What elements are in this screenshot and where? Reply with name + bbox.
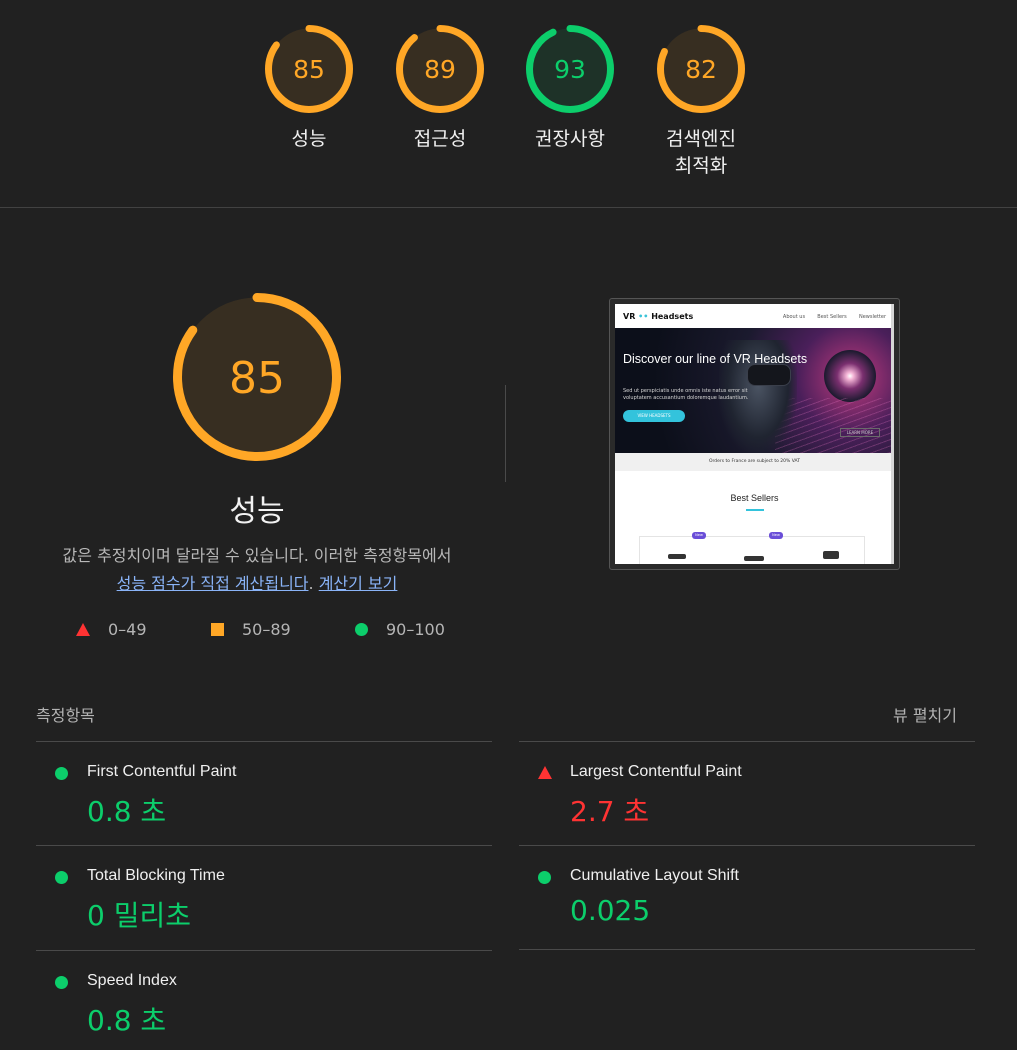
pass-circle-icon [55, 976, 68, 989]
legend-average: 50–89 [211, 620, 291, 639]
gauge-score: 85 [229, 353, 285, 404]
legend-fail: 0–49 [76, 620, 147, 639]
legend-pass: 90–100 [355, 620, 445, 639]
metric-largest-contentful-paint[interactable]: Largest Contentful Paint 2.7 초 [519, 741, 975, 846]
metric-title: Largest Contentful Paint [570, 763, 742, 780]
pass-circle-icon [538, 871, 551, 884]
screenshot-scrollbar [891, 304, 894, 564]
screenshot-logo: VR •• Headsets [623, 312, 693, 321]
best-sellers-heading: Best Sellers [730, 493, 779, 503]
metric-value: 2.7 초 [570, 795, 650, 828]
performance-gauge: 85 [265, 25, 353, 113]
score-legend: 0–49 50–89 90–100 [0, 620, 520, 642]
metric-value: 0.8 초 [87, 795, 167, 828]
best-practices-gauge: 93 [526, 25, 614, 113]
triangle-icon [76, 623, 90, 636]
screenshot-links: About us Best Sellers Newsletter [773, 312, 886, 320]
expand-view-toggle[interactable]: 뷰 펼치기 [893, 702, 957, 726]
hero-tag: LEARN MORE [840, 428, 880, 437]
accessibility-gauge: 89 [396, 25, 484, 113]
logo-dots: •• [638, 311, 649, 321]
category-best-practices[interactable]: 93 권장사항 [505, 24, 635, 153]
category-label: 접근성 [413, 128, 467, 150]
metric-cumulative-layout-shift[interactable]: Cumulative Layout Shift 0.025 [519, 845, 975, 950]
logo-text: Headsets [651, 311, 694, 321]
score-calculation-link[interactable]: 성능 점수가 직접 계산됩니다 [117, 574, 309, 593]
hero-title: Discover our line of VR Headsets [623, 352, 808, 366]
gauge-score: 93 [554, 55, 586, 84]
screenshot-page: VR •• Headsets About us Best Sellers New… [615, 304, 894, 564]
gauge-score: 89 [424, 55, 456, 84]
category-seo[interactable]: 82 검색엔진 최적화 [636, 24, 766, 180]
legend-average-label: 50–89 [242, 620, 291, 639]
metric-total-blocking-time[interactable]: Total Blocking Time 0 밀리초 [36, 845, 492, 950]
heading-underline [745, 509, 764, 511]
new-badge: New [692, 532, 706, 539]
logo-vr: VR [623, 311, 636, 321]
product-cards: New New [639, 532, 865, 564]
screenshot-hero: Discover our line of VR Headsets Sed ut … [615, 328, 894, 453]
category-accessibility[interactable]: 89 접근성 [375, 24, 505, 153]
metrics-header: 측정항목 뷰 펼치기 [36, 702, 975, 726]
metric-title: First Contentful Paint [87, 763, 237, 780]
metric-speed-index[interactable]: Speed Index 0.8 초 [36, 950, 492, 1050]
performance-description: 값은 추정치이며 달라질 수 있습니다. 이러한 측정항목에서 성능 점수가 직… [30, 542, 484, 598]
product-image [668, 554, 686, 559]
seo-gauge: 82 [657, 25, 745, 113]
metric-value: 0.8 초 [87, 1004, 167, 1037]
vr-headset-graphic [747, 364, 791, 386]
new-badge: New [769, 532, 783, 539]
metric-divider [519, 949, 975, 950]
performance-title: 성능 [229, 494, 285, 529]
planet-graphic [824, 350, 876, 402]
metric-title: Total Blocking Time [87, 867, 225, 884]
product-image [823, 551, 839, 559]
view-calculator-link[interactable]: 계산기 보기 [319, 574, 398, 593]
product-image [744, 556, 764, 561]
vertical-divider [505, 385, 506, 482]
nav-link: Newsletter [858, 314, 886, 320]
metric-value: 0 밀리초 [87, 899, 191, 932]
nav-link: About us [782, 314, 806, 320]
category-performance[interactable]: 85 성능 [244, 24, 374, 153]
gauge-score: 85 [293, 55, 325, 84]
description-period: . [308, 574, 314, 593]
square-icon [211, 623, 224, 636]
fail-triangle-icon [538, 766, 552, 779]
metrics-title: 측정항목 [36, 706, 95, 725]
category-scores-bar: 85 성능 89 접근성 93 권장사항 82 검색엔진 최적화 [0, 0, 1017, 208]
nav-link: Best Sellers [817, 314, 847, 320]
metric-title: Cumulative Layout Shift [570, 867, 739, 884]
performance-score-gauge: 85 [173, 293, 341, 461]
pass-circle-icon [55, 871, 68, 884]
screenshot-nav: VR •• Headsets About us Best Sellers New… [615, 304, 894, 328]
pass-circle-icon [55, 767, 68, 780]
gauge-score: 82 [685, 55, 717, 84]
category-label: 성능 [291, 128, 327, 150]
hero-button: VIEW HEADSETS [623, 410, 685, 422]
performance-main-gauge: 85 [172, 292, 342, 466]
description-text: 값은 추정치이며 달라질 수 있습니다. 이러한 측정항목에서 [62, 546, 452, 565]
category-label: 검색엔진 최적화 [666, 128, 736, 177]
screenshot-notice: Orders to France are subject to 20% VAT [615, 453, 894, 471]
category-label: 권장사항 [535, 128, 605, 150]
metric-value: 0.025 [570, 894, 651, 927]
circle-icon [355, 623, 368, 636]
legend-fail-label: 0–49 [108, 620, 147, 639]
hero-text: Sed ut perspiciatis unde omnis iste natu… [623, 388, 749, 401]
final-screenshot[interactable]: VR •• Headsets About us Best Sellers New… [609, 298, 900, 570]
metric-title: Speed Index [87, 972, 177, 989]
metric-first-contentful-paint[interactable]: First Contentful Paint 0.8 초 [36, 741, 492, 846]
legend-pass-label: 90–100 [386, 620, 445, 639]
